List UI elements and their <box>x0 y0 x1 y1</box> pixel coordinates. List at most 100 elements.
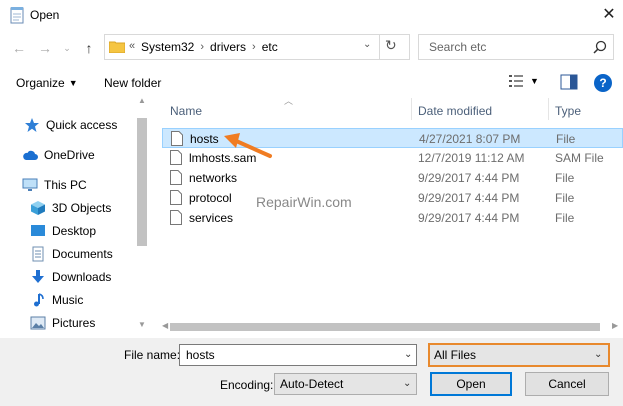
file-icon <box>170 170 182 185</box>
file-date: 9/29/2017 4:44 PM <box>418 191 520 205</box>
column-header-name[interactable]: Name <box>170 104 202 118</box>
horizontal-scroll-thumb[interactable] <box>170 323 600 331</box>
download-icon <box>32 270 44 283</box>
desktop-icon <box>31 225 45 236</box>
arrow-up-icon: ↑ <box>85 40 93 56</box>
arrow-left-icon: ← <box>12 40 26 56</box>
title-bar <box>0 0 623 30</box>
nav-item-desktop[interactable]: Desktop <box>30 222 96 240</box>
nav-item-onedrive[interactable]: OneDrive <box>22 146 95 164</box>
recent-locations-button[interactable]: ⌄ <box>60 38 74 58</box>
file-date: 9/29/2017 4:44 PM <box>418 211 520 225</box>
search-icon[interactable] <box>593 40 607 54</box>
nav-item-3d-objects[interactable]: 3D Objects <box>30 199 111 217</box>
close-button[interactable]: ✕ <box>598 4 620 26</box>
file-type: SAM File <box>555 151 604 165</box>
file-type: File <box>555 211 575 225</box>
folder-icon <box>109 41 125 53</box>
scroll-left-button[interactable]: ◀ <box>162 321 168 330</box>
refresh-icon[interactable]: ↻ <box>385 37 405 54</box>
nav-item-music[interactable]: Music <box>30 291 83 309</box>
cube-icon <box>31 201 45 215</box>
nav-item-label: Desktop <box>52 224 97 238</box>
breadcrumb-etc[interactable]: etc <box>262 40 278 54</box>
nav-item-label: Music <box>52 293 84 307</box>
new-folder-button[interactable]: New folder <box>104 76 161 90</box>
file-name: services <box>189 211 234 225</box>
details-view-icon <box>509 75 523 87</box>
column-divider[interactable] <box>548 98 549 120</box>
overflow-chevron[interactable]: « <box>129 40 135 52</box>
nav-item-this-pc[interactable]: This PC <box>22 176 87 194</box>
file-date: 4/27/2021 8:07 PM <box>419 132 521 146</box>
file-row-protocol[interactable]: protocol 9/29/2017 4:44 PM File <box>162 188 623 208</box>
file-row-services[interactable]: services 9/29/2017 4:44 PM File <box>162 208 623 228</box>
nav-item-pictures[interactable]: Pictures <box>30 314 95 332</box>
star-icon <box>25 118 39 132</box>
chevron-down-icon[interactable]: ⌄ <box>404 349 412 360</box>
file-date: 12/7/2019 11:12 AM <box>418 151 525 165</box>
divider <box>379 35 380 59</box>
pictures-icon <box>30 316 46 330</box>
file-name: protocol <box>189 191 232 205</box>
chevron-right-icon[interactable]: › <box>200 41 204 53</box>
nav-item-documents[interactable]: Documents <box>30 245 113 263</box>
nav-item-label: Pictures <box>52 316 96 330</box>
close-icon: ✕ <box>602 6 616 23</box>
forward-button[interactable]: → <box>34 38 56 58</box>
preview-pane-icon[interactable] <box>560 74 578 90</box>
nav-item-downloads[interactable]: Downloads <box>30 268 111 286</box>
chevron-down-icon: ⌄ <box>594 349 603 360</box>
file-type-filter-select[interactable]: All Files ⌄ <box>428 343 610 367</box>
encoding-value: Auto-Detect <box>280 377 344 391</box>
back-button[interactable]: ← <box>8 38 30 58</box>
file-type-filter-value: All Files <box>434 348 477 362</box>
address-bar[interactable]: « System32 › drivers › etc ⌄ ↻ <box>104 34 410 60</box>
file-icon <box>170 210 182 225</box>
nav-scroll-down-button[interactable]: ▼ <box>136 320 148 332</box>
nav-scroll-thumb[interactable] <box>137 118 147 246</box>
up-button[interactable]: ↑ <box>78 38 100 58</box>
open-button[interactable]: Open <box>430 372 512 396</box>
file-name-input[interactable]: hosts ⌄ <box>179 344 417 366</box>
chevron-right-icon[interactable]: › <box>252 41 256 53</box>
nav-scroll-up-button[interactable]: ▲ <box>136 96 148 108</box>
file-type: File <box>555 171 575 185</box>
music-icon <box>34 293 44 307</box>
window-title: Open <box>30 8 60 22</box>
organize-button[interactable]: Organize ▼ <box>16 76 78 90</box>
address-dropdown-button[interactable]: ⌄ <box>363 39 377 50</box>
nav-item-label: Documents <box>52 247 113 261</box>
column-header-row: Name Date modified Type <box>160 98 623 122</box>
nav-item-label: Downloads <box>52 270 112 284</box>
nav-item-label: OneDrive <box>44 148 95 162</box>
file-name: networks <box>189 171 238 185</box>
search-placeholder: Search etc <box>429 40 487 54</box>
nav-item-label: This PC <box>44 178 87 192</box>
computer-icon <box>22 178 38 191</box>
change-view-button[interactable]: ▼ <box>508 74 539 88</box>
search-input[interactable]: Search etc <box>418 34 614 60</box>
caret-down-icon: ▼ <box>530 76 539 86</box>
file-icon <box>170 190 182 205</box>
column-header-type[interactable]: Type <box>555 104 581 118</box>
file-name-label: File name: <box>124 348 181 362</box>
file-row-networks[interactable]: networks 9/29/2017 4:44 PM File <box>162 168 623 188</box>
cancel-button[interactable]: Cancel <box>525 372 609 396</box>
nav-item-label: Quick access <box>46 118 118 132</box>
file-date: 9/29/2017 4:44 PM <box>418 171 520 185</box>
file-icon <box>171 131 183 146</box>
column-header-date[interactable]: Date modified <box>418 104 492 118</box>
scroll-right-button[interactable]: ▶ <box>612 321 618 330</box>
encoding-select[interactable]: Auto-Detect ⌄ <box>274 373 417 395</box>
help-button[interactable]: ? <box>594 74 612 92</box>
encoding-label: Encoding: <box>220 378 274 392</box>
breadcrumb-drivers[interactable]: drivers <box>210 40 246 54</box>
annotation-arrow-icon <box>224 133 272 158</box>
documents-icon <box>32 246 44 262</box>
cloud-icon <box>23 150 38 160</box>
watermark: RepairWin.com <box>256 194 352 210</box>
breadcrumb-system32[interactable]: System32 <box>141 40 194 54</box>
nav-item-quick-access[interactable]: Quick access <box>24 116 117 134</box>
column-divider[interactable] <box>411 98 412 120</box>
